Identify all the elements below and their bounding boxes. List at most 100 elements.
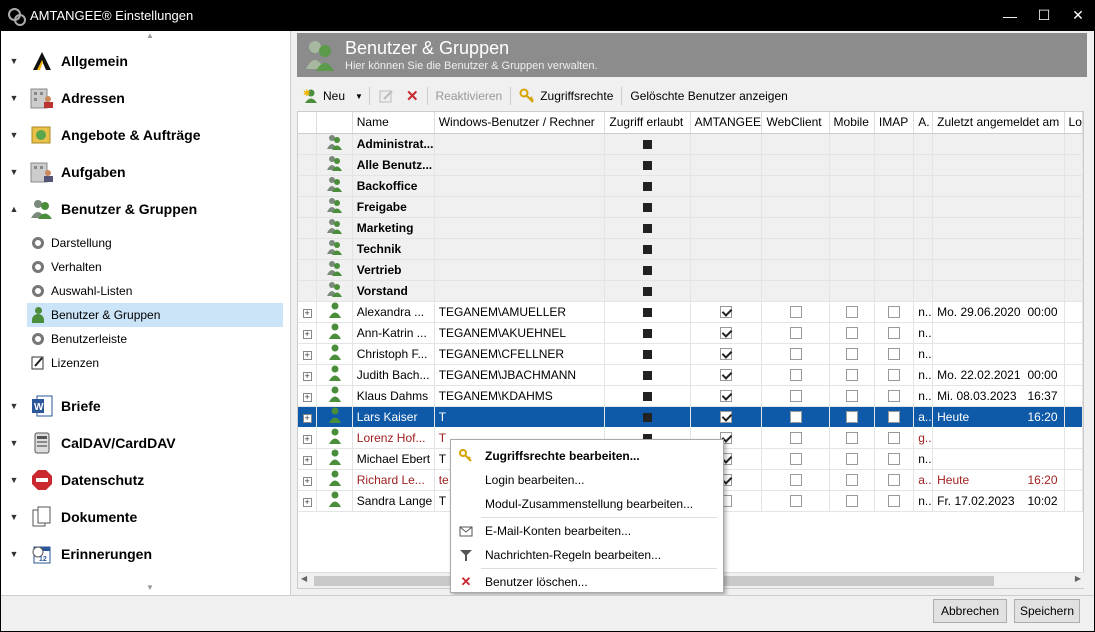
expand-plus-icon[interactable]: +	[298, 448, 318, 470]
minimize-button[interactable]: —	[993, 0, 1027, 31]
expand-plus-icon[interactable]: +	[298, 406, 318, 428]
imap-checkbox[interactable]	[874, 301, 915, 323]
sidebar-cat-erinnerungen[interactable]: ▼ 12 Erinnerungen	[1, 535, 290, 572]
expand-plus-icon[interactable]: +	[298, 469, 318, 491]
col-last-login[interactable]: Zuletzt angemeldet am	[932, 112, 1065, 134]
access-allowed-cell[interactable]	[604, 133, 691, 155]
access-allowed-cell[interactable]	[604, 154, 691, 176]
scroll-up-icon[interactable]: ▲	[146, 31, 154, 40]
user-row[interactable]: + Lars Kaiser T a.. Heute 16:20	[298, 406, 1083, 428]
collapse-triangle-icon[interactable]: ▼	[5, 167, 23, 177]
imap-checkbox[interactable]	[874, 448, 915, 470]
sidebar-cat-angebote[interactable]: ▼ Angebote & Aufträge	[1, 116, 290, 153]
webclient-checkbox[interactable]	[761, 364, 830, 386]
mobile-checkbox[interactable]	[829, 364, 875, 386]
amtangee-checkbox[interactable]	[690, 364, 763, 386]
group-row[interactable]: Freigabe	[298, 196, 1083, 218]
sidebar-item-auswahl-listen[interactable]: Auswahl-Listen	[27, 279, 283, 303]
menu-delete-user[interactable]: ✕ Benutzer löschen...	[451, 571, 723, 593]
col-access-allowed[interactable]: Zugriff erlaubt	[604, 112, 691, 134]
save-button[interactable]: Speichern	[1014, 599, 1080, 623]
maximize-button[interactable]: ☐	[1027, 0, 1061, 31]
col-mobile[interactable]: Mobile	[829, 112, 875, 134]
sidebar-cat-dokumente[interactable]: ▼ Dokumente	[1, 498, 290, 535]
scroll-right-icon[interactable]: ▶	[1075, 574, 1081, 583]
sidebar-cat-allgemein[interactable]: ▼ Allgemein	[1, 42, 290, 79]
amtangee-checkbox[interactable]	[690, 406, 763, 428]
access-allowed-cell[interactable]	[604, 175, 691, 197]
expand-plus-icon[interactable]: +	[298, 364, 318, 386]
mobile-checkbox[interactable]	[829, 469, 875, 491]
new-button[interactable]: ✱ Neu	[297, 84, 351, 108]
mobile-checkbox[interactable]	[829, 406, 875, 428]
edit-button[interactable]	[372, 84, 400, 108]
access-allowed-cell[interactable]	[604, 301, 691, 323]
access-allowed-cell[interactable]	[604, 385, 691, 407]
webclient-checkbox[interactable]	[761, 385, 830, 407]
close-button[interactable]: ✕	[1061, 0, 1095, 31]
sidebar-cat-aufgaben[interactable]: ▼ Aufgaben	[1, 153, 290, 190]
sidebar-item-benutzerleiste[interactable]: Benutzerleiste	[27, 327, 283, 351]
menu-edit-login[interactable]: Login bearbeiten...	[451, 469, 723, 491]
webclient-checkbox[interactable]	[761, 343, 830, 365]
sidebar-cat-adressen[interactable]: ▼ Adressen	[1, 79, 290, 116]
col-windows-user[interactable]: Windows-Benutzer / Rechner	[434, 112, 606, 134]
collapse-triangle-icon[interactable]: ▼	[5, 93, 23, 103]
webclient-checkbox[interactable]	[761, 427, 830, 449]
access-allowed-cell[interactable]	[604, 364, 691, 386]
col-lo[interactable]: Lo	[1064, 112, 1083, 134]
collapse-triangle-icon[interactable]: ▼	[5, 549, 23, 559]
show-deleted-users-button[interactable]: Gelöschte Benutzer anzeigen	[624, 84, 793, 108]
expand-plus-icon[interactable]: +	[298, 343, 318, 365]
expand-triangle-icon[interactable]: ▲	[5, 204, 23, 214]
webclient-checkbox[interactable]	[761, 406, 830, 428]
group-row[interactable]: Alle Benutz...	[298, 154, 1083, 176]
menu-edit-modules[interactable]: Modul-Zusammenstellung bearbeiten...	[451, 493, 723, 515]
group-row[interactable]: Vorstand	[298, 280, 1083, 302]
sidebar-item-darstellung[interactable]: Darstellung	[27, 231, 283, 255]
imap-checkbox[interactable]	[874, 322, 915, 344]
user-row[interactable]: + Christoph F... TEGANEM\CFELLNER n..	[298, 343, 1083, 365]
access-allowed-cell[interactable]	[604, 196, 691, 218]
collapse-triangle-icon[interactable]: ▼	[5, 56, 23, 66]
user-row[interactable]: + Ann-Katrin ... TEGANEM\AKUEHNEL n..	[298, 322, 1083, 344]
col-imap[interactable]: IMAP	[874, 112, 915, 134]
delete-button[interactable]: ✕	[400, 84, 425, 108]
amtangee-checkbox[interactable]	[690, 322, 763, 344]
mobile-checkbox[interactable]	[829, 322, 875, 344]
access-allowed-cell[interactable]	[604, 280, 691, 302]
group-row[interactable]: Technik	[298, 238, 1083, 260]
amtangee-checkbox[interactable]	[690, 385, 763, 407]
webclient-checkbox[interactable]	[761, 490, 830, 512]
group-row[interactable]: Vertrieb	[298, 259, 1083, 281]
col-webclient[interactable]: WebClient	[761, 112, 830, 134]
collapse-triangle-icon[interactable]: ▼	[5, 401, 23, 411]
amtangee-checkbox[interactable]	[690, 343, 763, 365]
reactivate-button[interactable]: Reaktivieren	[430, 84, 509, 108]
mobile-checkbox[interactable]	[829, 448, 875, 470]
user-row[interactable]: + Klaus Dahms TEGANEM\KDAHMS n.. Mi. 08.…	[298, 385, 1083, 407]
mobile-checkbox[interactable]	[829, 385, 875, 407]
imap-checkbox[interactable]	[874, 427, 915, 449]
imap-checkbox[interactable]	[874, 364, 915, 386]
collapse-triangle-icon[interactable]: ▼	[5, 130, 23, 140]
menu-edit-access-rights[interactable]: Zugriffsrechte bearbeiten...	[451, 445, 723, 467]
group-row[interactable]: Administrat...	[298, 133, 1083, 155]
webclient-checkbox[interactable]	[761, 469, 830, 491]
expand-plus-icon[interactable]: +	[298, 322, 318, 344]
expand-plus-icon[interactable]: +	[298, 301, 318, 323]
scroll-down-icon[interactable]: ▼	[146, 583, 154, 592]
sidebar-cat-briefe[interactable]: ▼ W Briefe	[1, 387, 290, 424]
access-allowed-cell[interactable]	[604, 343, 691, 365]
sidebar-item-benutzer-gruppen[interactable]: Benutzer & Gruppen	[27, 303, 283, 327]
new-dropdown-chevron-icon[interactable]: ▼	[351, 84, 367, 108]
sidebar-cat-benutzer[interactable]: ▲ Benutzer & Gruppen	[1, 190, 290, 227]
menu-edit-message-rules[interactable]: Nachrichten-Regeln bearbeiten...	[451, 544, 723, 566]
scroll-left-icon[interactable]: ◀	[301, 574, 307, 583]
webclient-checkbox[interactable]	[761, 322, 830, 344]
group-row[interactable]: Backoffice	[298, 175, 1083, 197]
sidebar-item-lizenzen[interactable]: Lizenzen	[27, 351, 283, 375]
cancel-button[interactable]: Abbrechen	[933, 599, 1007, 623]
imap-checkbox[interactable]	[874, 490, 915, 512]
imap-checkbox[interactable]	[874, 343, 915, 365]
